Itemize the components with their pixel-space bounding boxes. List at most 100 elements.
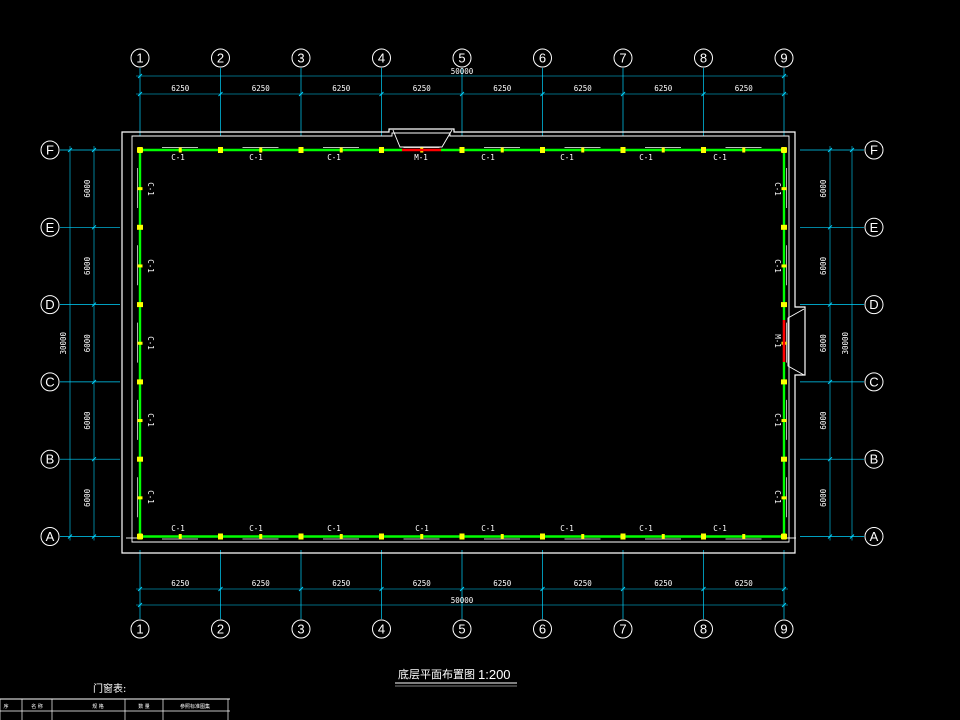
dim-top-chain-label-4: 6250 xyxy=(493,84,512,93)
dim-bottom-chain-label-3: 6250 xyxy=(413,579,432,588)
grid-bubble-top-4-label: 4 xyxy=(378,51,385,66)
wind-post-top-5 xyxy=(500,147,504,153)
window-label-bottom-7: C-1 xyxy=(713,524,727,533)
grid-bubble-bottom-7: 7 xyxy=(613,619,633,639)
column-top-3 xyxy=(379,147,384,153)
column-bottom-3 xyxy=(379,533,384,540)
grid-bubble-bottom-2: 2 xyxy=(211,619,230,639)
column-right-2 xyxy=(781,302,787,308)
grid-bubble-left-B: B xyxy=(40,449,60,469)
column-top-7 xyxy=(701,147,706,153)
column-right-3 xyxy=(781,379,787,385)
grid-bubble-top-2-label: 2 xyxy=(217,51,224,66)
outer-wall-line xyxy=(121,128,806,554)
grid-bubble-bottom-9: 9 xyxy=(774,619,794,639)
window-label-top-5: C-1 xyxy=(639,153,653,162)
dimension-lines xyxy=(67,73,855,608)
column-bottom-6 xyxy=(620,533,626,540)
wind-post-bottom-6 xyxy=(581,534,585,539)
grid-bubble-left-A: A xyxy=(40,527,60,546)
floor-plan-drawing: 1 1 2 2 3 3 4 4 5 5 6 6 7 7 8 8 9 9 F F E E D D C C B B A A 50000 6250… xyxy=(0,48,884,720)
drawing-title: 底层平面布置图 1:200 xyxy=(395,667,517,687)
window-label-bottom-4: C-1 xyxy=(481,524,495,533)
grid-bubble-top-1: 1 xyxy=(130,48,150,68)
grid-bubble-left-D-label: D xyxy=(45,297,54,312)
grid-bubble-top-5: 5 xyxy=(452,48,472,68)
window-label-left-3: C-1 xyxy=(146,413,155,427)
dim-right-overall-label: 30000 xyxy=(841,331,850,354)
wind-post-bottom-5 xyxy=(500,534,504,539)
dim-top-chain-label-0: 6250 xyxy=(171,84,190,93)
grid-bubble-left-F: F xyxy=(40,140,60,160)
column-right-1 xyxy=(781,224,787,230)
grid-bubble-top-9-label: 9 xyxy=(780,51,787,66)
building-walls xyxy=(121,128,806,554)
grid-bubble-bottom-5-label: 5 xyxy=(458,622,465,637)
column-right-5 xyxy=(781,534,787,539)
dim-bottom-chain-label-5: 6250 xyxy=(574,579,593,588)
window-label-bottom-1: C-1 xyxy=(249,524,263,533)
window-label-left-0: C-1 xyxy=(146,182,155,196)
door-openings xyxy=(402,148,786,362)
grid-bubble-bottom-1: 1 xyxy=(130,619,150,639)
window-label-right-1: C-1 xyxy=(773,259,782,273)
wind-post-bottom-3 xyxy=(339,534,343,539)
column-top-2 xyxy=(298,147,304,153)
column-top-4 xyxy=(459,147,465,153)
column-left-0 xyxy=(137,147,143,153)
grid-bubble-bottom-5: 5 xyxy=(452,619,472,639)
dim-top-chain-label-3: 6250 xyxy=(413,84,432,93)
window-label-top-0: C-1 xyxy=(171,153,185,162)
grid-bubble-left-C-label: C xyxy=(45,374,54,389)
window-label-bottom-3: C-1 xyxy=(415,524,429,533)
wind-post-left-2 xyxy=(137,264,143,268)
schedule-header-2: 规 格 xyxy=(92,703,104,710)
dim-left-chain-label-2: 6000 xyxy=(83,334,92,353)
grid-bubble-bottom-1-label: 1 xyxy=(136,622,143,637)
grid-bubble-top-7: 7 xyxy=(613,48,633,68)
grid-bubble-right-D-label: D xyxy=(869,297,878,312)
dim-bottom-chain-label-1: 6250 xyxy=(252,579,271,588)
grid-bubble-bottom-2-label: 2 xyxy=(217,622,224,637)
dim-bottom-chain-label-0: 6250 xyxy=(171,579,190,588)
grid-bubble-right-C-label: C xyxy=(869,374,878,389)
wind-post-top-2 xyxy=(259,147,263,153)
grid-bubble-bottom-8-label: 8 xyxy=(700,622,707,637)
dim-top-chain-label-1: 6250 xyxy=(252,84,271,93)
window-label-right-0: C-1 xyxy=(773,182,782,196)
column-top-6 xyxy=(620,147,626,153)
column-bottom-4 xyxy=(459,533,465,540)
grid-bubble-top-6-label: 6 xyxy=(539,51,546,66)
schedule-header-3: 数 量 xyxy=(138,703,150,710)
dim-left-chain-label-3: 6000 xyxy=(83,411,92,430)
grid-bubble-left-B-label: B xyxy=(46,452,55,467)
dim-top-overall-label: 50000 xyxy=(451,67,474,76)
wind-post-bottom-7 xyxy=(661,534,665,539)
dim-bottom-chain-label-2: 6250 xyxy=(332,579,351,588)
window-label-bottom-2: C-1 xyxy=(327,524,341,533)
grid-bubble-right-F-label: F xyxy=(870,143,878,158)
column-bottom-7 xyxy=(701,533,706,540)
grid-bubble-top-5-label: 5 xyxy=(458,51,465,66)
wind-post-top-1 xyxy=(178,147,182,153)
window-label-top-2: C-1 xyxy=(327,153,341,162)
dim-top-chain-label-5: 6250 xyxy=(574,84,593,93)
column-left-3 xyxy=(137,379,143,385)
dim-bottom-chain-label-7: 6250 xyxy=(735,579,754,588)
column-top-5 xyxy=(540,147,545,153)
grid-bubble-top-8-label: 8 xyxy=(700,51,707,66)
grid-bubble-bottom-6: 6 xyxy=(533,619,552,639)
grid-bubble-right-A: A xyxy=(864,527,884,546)
grid-bubble-right-F: F xyxy=(864,140,884,160)
dim-left-overall-label: 30000 xyxy=(59,331,68,354)
wind-post-bottom-1 xyxy=(178,534,182,539)
grid-bubble-top-2: 2 xyxy=(211,48,230,68)
column-left-1 xyxy=(137,224,143,230)
grid-bubble-right-C: C xyxy=(864,372,884,392)
grid-bubble-top-3: 3 xyxy=(291,48,311,68)
grid-bubble-left-A-label: A xyxy=(46,529,55,544)
window-label-top-4: C-1 xyxy=(560,153,574,162)
column-left-2 xyxy=(137,302,143,308)
dim-top-chain-label-6: 6250 xyxy=(654,84,673,93)
window-label-top-3: C-1 xyxy=(481,153,495,162)
